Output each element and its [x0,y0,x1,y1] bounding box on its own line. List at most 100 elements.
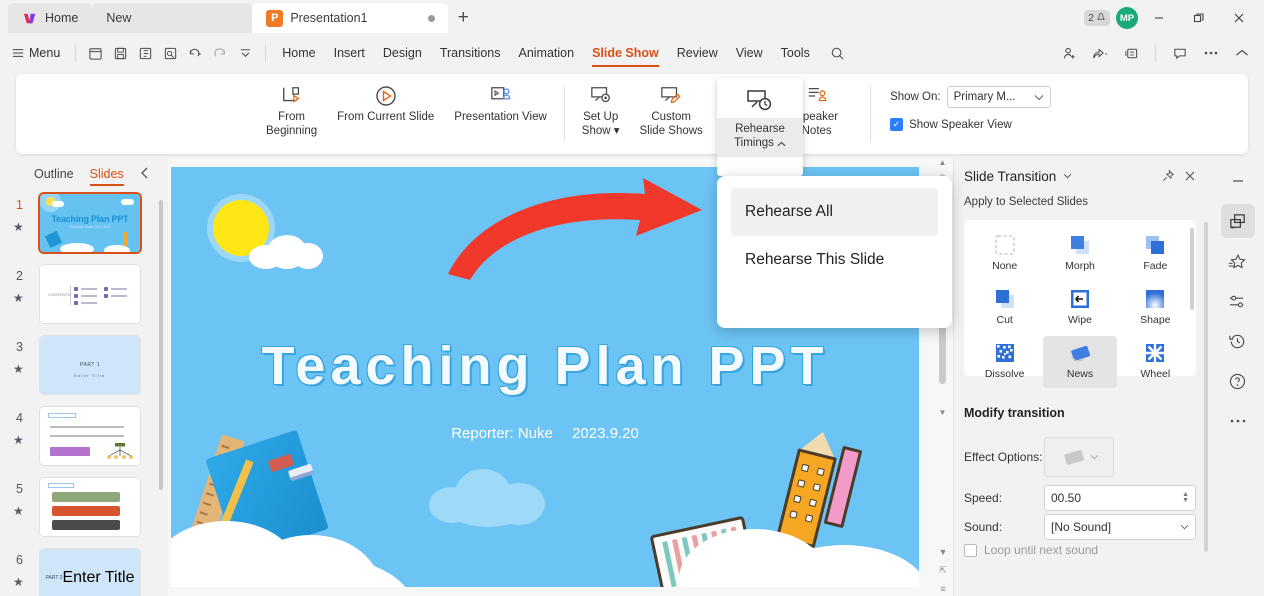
right-panel-scrollbar[interactable] [1204,222,1208,552]
slide-thumbnail[interactable]: Teaching Plan PPT Reporter: Nuke 2023.9.… [40,194,140,252]
tab-presentation1[interactable]: P Presentation1 [252,3,448,33]
slide-thumbnail[interactable]: PART 1 Enter Title [40,336,140,394]
pin-icon[interactable] [1157,165,1179,187]
chevron-left-icon[interactable] [139,167,150,179]
transition-morph[interactable]: Morph [1043,228,1116,280]
minimize-icon [1153,12,1165,24]
transition-panel-icon[interactable] [1221,204,1255,238]
avatar[interactable]: MP [1116,7,1138,29]
transition-gallery-scrollbar[interactable] [1190,228,1194,310]
slide-thumbnail-row[interactable]: 5 ★ [0,476,168,546]
previous-slide-icon[interactable]: ▼ [939,547,948,557]
ribbon-custom-slide-shows[interactable]: Custom Slide Shows [630,74,713,138]
menu-item-rehearse-this-slide[interactable]: Rehearse This Slide [731,236,938,284]
ribbon-set-up-show[interactable]: Set Up Show ▾ [572,74,630,138]
ribbon-tab-home[interactable]: Home [273,38,324,68]
show-speaker-view-row[interactable]: ✓ Show Speaker View [890,118,1051,131]
tab-slides[interactable]: Slides [90,167,124,184]
effect-options-select[interactable] [1044,437,1114,477]
loop-until-next-sound-row[interactable]: Loop until next sound [964,543,1098,557]
menu-item-rehearse-all[interactable]: Rehearse All [731,188,938,236]
tab-outline[interactable]: Outline [34,167,74,184]
slide-title[interactable]: Teaching Plan PPT [171,335,919,397]
ribbon-from-beginning[interactable]: From Beginning [256,74,327,138]
search-icon[interactable] [825,41,850,65]
redo-icon[interactable] [208,41,233,65]
new-tab-button[interactable]: + [448,4,478,32]
next-slide-icon[interactable]: ≡ [940,584,945,594]
loop-until-next-sound-checkbox[interactable] [964,544,977,557]
speed-stepper[interactable]: ▲▼ [1182,492,1189,505]
history-panel-icon[interactable] [1221,324,1255,358]
ribbon-tab-design[interactable]: Design [374,38,431,68]
transition-fade[interactable]: Fade [1119,228,1192,280]
shape-icon [1140,284,1170,314]
slide-thumbnail-row[interactable]: 2 ★ CONTENTS [0,263,168,333]
scroll-up-icon[interactable]: ▲ [937,158,948,172]
transition-wheel[interactable]: Wheel [1119,336,1192,388]
slide-thumbnail-row[interactable]: 3 ★ PART 1 Enter Title [0,334,168,404]
transition-dissolve-label: Dissolve [985,368,1025,380]
slide-thumbnail[interactable] [40,407,140,465]
slide-thumbnail-row[interactable]: 4 ★ [0,405,168,475]
save-icon[interactable] [108,41,133,65]
slide-thumbnail-row[interactable]: 1 ★ Teaching Plan PPT Reporter: Nuke 202… [0,192,168,262]
more-panel-icon[interactable] [1221,404,1255,438]
transition-gallery[interactable]: None Morph Fade [964,220,1196,376]
notification-badge[interactable]: 2 [1084,10,1110,26]
rehearse-timings-button[interactable]: Rehearse Timings [717,78,803,176]
undo-icon[interactable] [183,41,208,65]
settings-panel-icon[interactable] [1221,284,1255,318]
ribbon-tab-view[interactable]: View [727,38,772,68]
slide-thumbnail[interactable] [40,478,140,536]
minimize-button[interactable] [1140,0,1178,36]
minimize-panel-icon[interactable] [1221,164,1255,198]
slide-thumbnail-list[interactable]: 1 ★ Teaching Plan PPT Reporter: Nuke 202… [0,192,168,596]
transition-news[interactable]: News [1043,336,1116,388]
tab-new[interactable]: New [92,3,252,33]
new-file-icon[interactable] [83,41,108,65]
ribbon-from-current-slide[interactable]: From Current Slide [327,74,444,124]
speed-input[interactable]: 00.50 ▲▼ [1044,485,1196,511]
save-as-icon[interactable] [133,41,158,65]
chevron-down-icon [1090,454,1099,460]
transition-shape[interactable]: Shape [1119,282,1192,334]
customize-quick-access-icon[interactable] [233,41,258,65]
slides-panel-scrollbar[interactable] [159,200,163,490]
ribbon-tab-animation[interactable]: Animation [509,38,583,68]
restore-button[interactable] [1180,0,1218,36]
show-speaker-view-checkbox[interactable]: ✓ [890,118,903,131]
ribbon-presentation-view[interactable]: Presentation View [444,74,556,124]
menu-button[interactable]: Menu [0,46,68,60]
print-icon[interactable] [158,41,183,65]
ribbon-tab-insert[interactable]: Insert [325,38,374,68]
ribbon-tab-review[interactable]: Review [668,38,727,68]
collect-icon[interactable] [1117,41,1145,65]
show-on-select[interactable]: Primary M... [947,86,1051,108]
more-icon[interactable] [1197,41,1225,65]
transition-dissolve[interactable]: Dissolve [968,336,1041,388]
chevron-down-icon[interactable] [1056,165,1078,187]
close-icon[interactable] [1179,165,1201,187]
ribbon-tab-tools[interactable]: Tools [772,38,819,68]
tab-home[interactable]: Home [8,3,92,33]
transition-none[interactable]: None [968,228,1041,280]
slide-thumbnail[interactable]: CONTENTS [40,265,140,323]
collapse-ribbon-icon[interactable] [1228,41,1256,65]
close-button[interactable] [1220,0,1258,36]
animation-panel-icon[interactable] [1221,244,1255,278]
share-icon[interactable] [1086,41,1114,65]
scroll-down-icon[interactable]: ▼ [937,408,948,422]
slide-thumbnail-row[interactable]: 6 ★ PART 2 Enter Title [0,547,168,596]
slide-thumbnail[interactable]: PART 2 Enter Title [40,549,140,596]
wheel-icon [1140,338,1170,368]
transition-wipe[interactable]: Wipe [1043,282,1116,334]
fit-slide-icon[interactable]: ⇱ [939,565,947,576]
ribbon-tab-transitions[interactable]: Transitions [431,38,510,68]
comment-icon[interactable] [1166,41,1194,65]
transition-cut[interactable]: Cut [968,282,1041,334]
help-panel-icon[interactable] [1221,364,1255,398]
ribbon-tab-slide-show[interactable]: Slide Show [583,38,668,68]
sound-select[interactable]: [No Sound] [1044,514,1196,540]
share-person-icon[interactable] [1055,41,1083,65]
